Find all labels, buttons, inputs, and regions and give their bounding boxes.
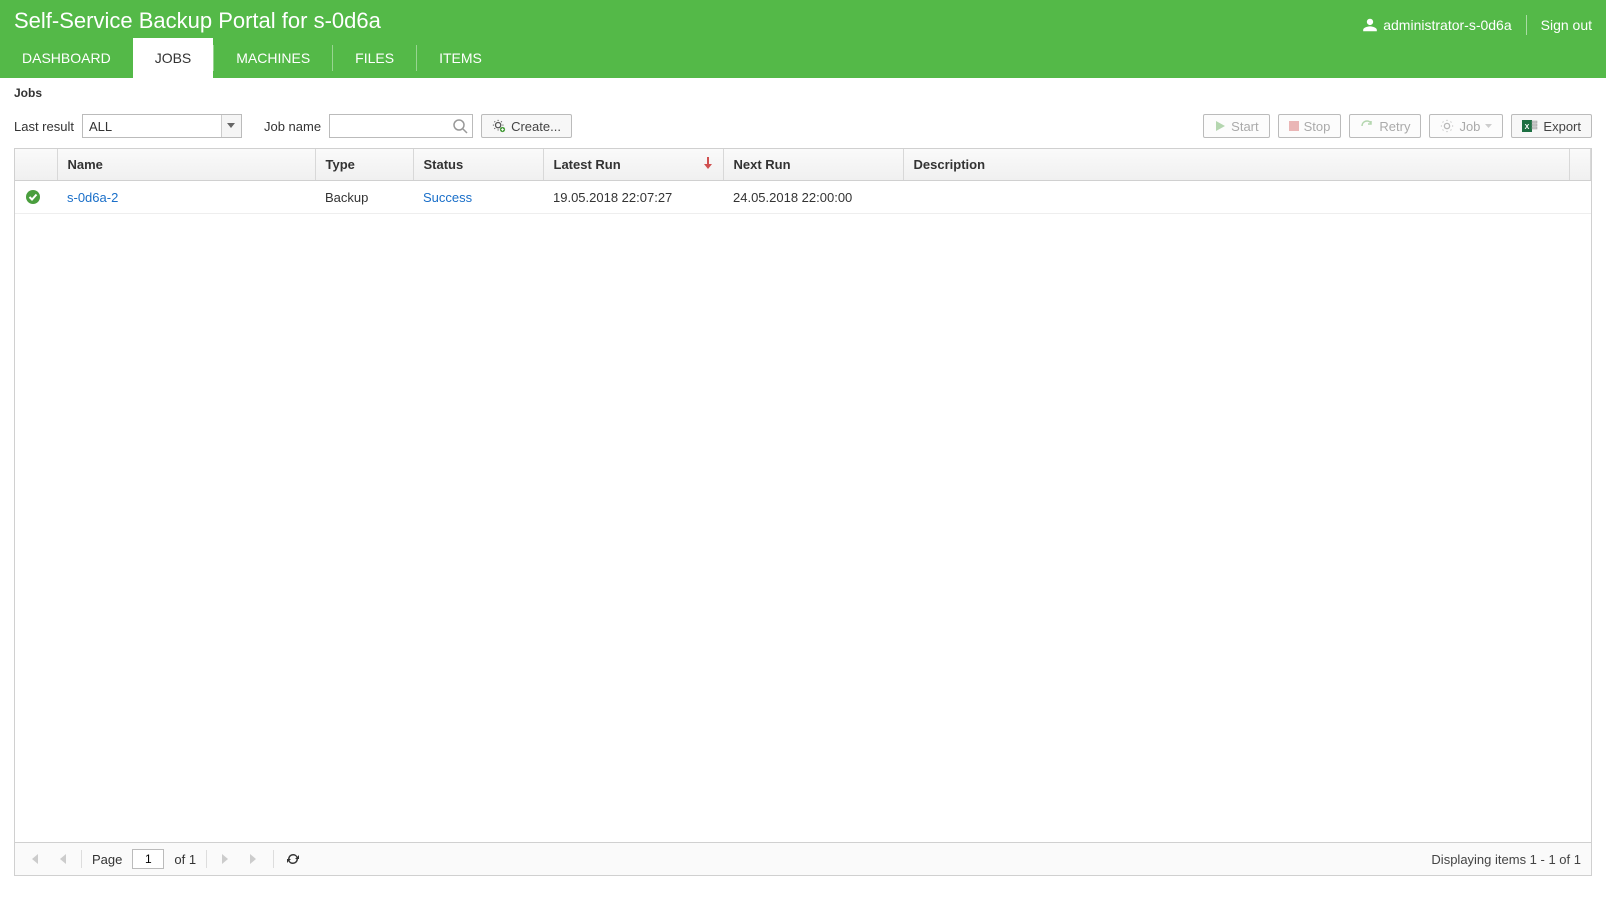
- stop-icon: [1289, 121, 1299, 131]
- export-label: Export: [1543, 119, 1581, 134]
- col-status-indicator[interactable]: [15, 149, 57, 181]
- separator: [206, 850, 207, 868]
- last-result-label: Last result: [14, 119, 74, 134]
- retry-button[interactable]: Retry: [1349, 114, 1421, 138]
- tab-machines[interactable]: MACHINES: [214, 38, 332, 78]
- job-label: Job: [1459, 119, 1480, 134]
- svg-text:X: X: [1525, 124, 1530, 131]
- play-icon: [1214, 120, 1226, 132]
- retry-label: Retry: [1379, 119, 1410, 134]
- success-icon: [25, 189, 41, 205]
- jobs-grid: Name Type Status Latest Run Next Run Des…: [14, 148, 1592, 876]
- job-name-label: Job name: [264, 119, 321, 134]
- user-icon: [1363, 18, 1377, 32]
- first-page-button[interactable]: [25, 850, 43, 868]
- tab-dashboard[interactable]: DASHBOARD: [0, 38, 133, 78]
- page-title: Self-Service Backup Portal for s-0d6a: [14, 8, 381, 34]
- pager: Page of 1 Displaying items 1 - 1 of 1: [15, 842, 1591, 875]
- job-menu-button[interactable]: Job: [1429, 114, 1503, 138]
- tab-jobs[interactable]: JOBS: [133, 38, 214, 78]
- page-input[interactable]: [132, 849, 164, 869]
- sign-out-link[interactable]: Sign out: [1541, 17, 1592, 33]
- tab-files[interactable]: FILES: [333, 38, 416, 78]
- search-icon: [452, 118, 468, 134]
- col-name[interactable]: Name: [57, 149, 315, 181]
- col-scrollbar-spacer: [1570, 149, 1591, 181]
- col-next-run[interactable]: Next Run: [723, 149, 903, 181]
- main-tabs: DASHBOARD JOBS MACHINES FILES ITEMS: [0, 38, 1606, 78]
- table-row[interactable]: s-0d6a-2 Backup Success 19.05.2018 22:07…: [15, 181, 1591, 214]
- start-button[interactable]: Start: [1203, 114, 1269, 138]
- separator: [273, 850, 274, 868]
- col-description[interactable]: Description: [903, 149, 1570, 181]
- gear-icon: [1440, 119, 1454, 133]
- sort-desc-icon: [703, 157, 713, 169]
- user-menu[interactable]: administrator-s-0d6a: [1363, 17, 1511, 33]
- divider: [1526, 15, 1527, 35]
- pager-info: Displaying items 1 - 1 of 1: [1431, 852, 1581, 867]
- job-next-run: 24.05.2018 22:00:00: [733, 190, 852, 205]
- last-result-value: ALL: [89, 119, 112, 134]
- col-type[interactable]: Type: [315, 149, 413, 181]
- prev-page-button[interactable]: [53, 850, 71, 868]
- app-header: Self-Service Backup Portal for s-0d6a ad…: [0, 0, 1606, 78]
- next-page-button[interactable]: [217, 850, 235, 868]
- refresh-button[interactable]: [284, 850, 302, 868]
- col-status[interactable]: Status: [413, 149, 543, 181]
- job-status-link[interactable]: Success: [423, 190, 472, 205]
- breadcrumb: Jobs: [0, 78, 1606, 108]
- create-button[interactable]: Create...: [481, 114, 572, 138]
- job-name-search[interactable]: [329, 114, 473, 138]
- toolbar: Last result ALL Job name Create... Start…: [0, 108, 1606, 148]
- page-of: of 1: [174, 852, 196, 867]
- job-name-link[interactable]: s-0d6a-2: [67, 190, 118, 205]
- create-label: Create...: [511, 119, 561, 134]
- last-page-button[interactable]: [245, 850, 263, 868]
- excel-icon: X: [1522, 119, 1538, 133]
- start-label: Start: [1231, 119, 1258, 134]
- export-button[interactable]: X Export: [1511, 114, 1592, 138]
- stop-label: Stop: [1304, 119, 1331, 134]
- page-label: Page: [92, 852, 122, 867]
- tab-items[interactable]: ITEMS: [417, 38, 504, 78]
- chevron-down-icon: [221, 115, 241, 137]
- job-latest-run: 19.05.2018 22:07:27: [553, 190, 672, 205]
- user-name: administrator-s-0d6a: [1383, 17, 1511, 33]
- stop-button[interactable]: Stop: [1278, 114, 1342, 138]
- chevron-down-icon: [1485, 124, 1492, 129]
- gear-plus-icon: [492, 119, 506, 133]
- job-name-input[interactable]: [330, 115, 472, 137]
- retry-icon: [1360, 120, 1374, 132]
- col-latest-run[interactable]: Latest Run: [543, 149, 723, 181]
- separator: [81, 850, 82, 868]
- last-result-combo[interactable]: ALL: [82, 114, 242, 138]
- job-type: Backup: [325, 190, 368, 205]
